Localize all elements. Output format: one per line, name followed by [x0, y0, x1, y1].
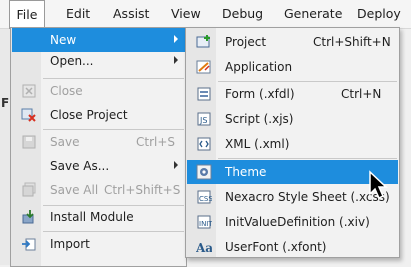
menu-item-label: InitValueDefinition (.xiv)	[225, 215, 370, 229]
xml-icon	[196, 136, 212, 152]
menu-debug[interactable]: Debug	[222, 0, 263, 28]
menu-item-label: Form (.xfdl)	[225, 87, 295, 101]
menu-item-script[interactable]: JS Script (.xjs)	[187, 107, 398, 131]
menu-item-install-module[interactable]: Install Module	[12, 205, 185, 229]
menu-assist[interactable]: Assist	[113, 0, 149, 28]
menu-item-save-all[interactable]: Save All Ctrl+Shift+S	[12, 178, 185, 202]
menu-item-label: Close Project	[50, 108, 128, 122]
svg-text:Aa: Aa	[196, 241, 212, 255]
css-icon: CSS	[196, 189, 212, 205]
menu-item-open[interactable]: Open...	[12, 49, 185, 73]
menu-item-shortcut: Ctrl+Shift+S	[104, 183, 181, 197]
menu-deploy[interactable]: Deploy	[357, 0, 401, 28]
file-menu: New Open... Close Close Project Save Ctr…	[10, 27, 187, 267]
application-icon	[196, 59, 212, 75]
new-submenu: Project Ctrl+Shift+N Application Form (.…	[185, 27, 400, 258]
menu-generate[interactable]: Generate	[284, 0, 342, 28]
menu-view[interactable]: View	[171, 0, 201, 28]
menu-item-init-value[interactable]: INIT InitValueDefinition (.xiv)	[187, 210, 398, 234]
menu-item-save-as[interactable]: Save As...	[12, 154, 185, 178]
menu-item-label: Save All	[50, 183, 99, 197]
menu-item-close[interactable]: Close	[12, 79, 185, 103]
menu-item-label: Open...	[50, 54, 94, 68]
menu-item-save[interactable]: Save Ctrl+S	[12, 130, 185, 154]
menu-item-label: Nexacro Style Sheet (.xcss)	[225, 190, 390, 204]
menu-item-application[interactable]: Application	[187, 55, 398, 79]
script-icon: JS	[196, 111, 212, 127]
menu-item-import[interactable]: Import	[12, 232, 185, 256]
submenu-arrow-icon	[174, 56, 178, 64]
menu-item-label: Project	[225, 35, 267, 49]
menu-edit[interactable]: Edit	[66, 0, 90, 28]
menu-item-theme[interactable]: Theme	[187, 160, 398, 184]
submenu-arrow-icon	[174, 35, 178, 43]
save-all-icon	[21, 182, 37, 198]
menu-item-label: XML (.xml)	[225, 137, 290, 151]
menu-item-shortcut: Ctrl+N	[341, 87, 382, 101]
menu-item-user-font[interactable]: Aa UserFont (.xfont)	[187, 235, 398, 259]
menu-item-close-project[interactable]: Close Project	[12, 103, 185, 127]
menu-item-label: Save As...	[50, 159, 110, 173]
background-label: F	[1, 96, 10, 110]
font-icon: Aa	[196, 239, 212, 255]
menu-item-label: Close	[50, 84, 83, 98]
save-icon	[21, 134, 37, 150]
close-project-icon	[21, 107, 37, 123]
menu-item-shortcut: Ctrl+Shift+N	[313, 35, 391, 49]
menu-item-label: Application	[225, 60, 293, 74]
close-doc-icon	[21, 83, 37, 99]
menu-item-label: UserFont (.xfont)	[225, 240, 327, 254]
menu-item-label: Theme	[225, 165, 267, 179]
menu-item-label: New	[50, 33, 77, 47]
mouse-cursor-icon	[368, 170, 390, 200]
init-value-icon: INIT	[196, 214, 212, 230]
menu-item-label: Import	[50, 237, 90, 251]
svg-text:CSS: CSS	[199, 195, 212, 203]
menu-separator	[218, 158, 397, 159]
submenu-arrow-icon	[174, 161, 178, 169]
install-module-icon	[21, 209, 37, 225]
menu-item-shortcut: Ctrl+S	[136, 135, 176, 149]
theme-icon	[196, 164, 212, 180]
import-icon	[21, 236, 37, 252]
menu-item-xml[interactable]: XML (.xml)	[187, 132, 398, 156]
menu-item-label: Install Module	[50, 210, 134, 224]
menu-item-label: Script (.xjs)	[225, 112, 294, 126]
menu-item-project[interactable]: Project Ctrl+Shift+N	[187, 30, 398, 54]
project-icon	[196, 34, 212, 50]
svg-text:JS: JS	[199, 116, 207, 125]
menu-item-style-sheet[interactable]: CSS Nexacro Style Sheet (.xcss)	[187, 185, 398, 209]
menu-file[interactable]: File	[9, 0, 45, 29]
menu-item-form[interactable]: Form (.xfdl) Ctrl+N	[187, 82, 398, 106]
menu-bar: File Edit Assist View Debug Generate Dep…	[0, 0, 411, 29]
menu-item-label: Save	[50, 135, 80, 149]
form-icon	[196, 86, 212, 102]
svg-text:INIT: INIT	[199, 220, 212, 228]
